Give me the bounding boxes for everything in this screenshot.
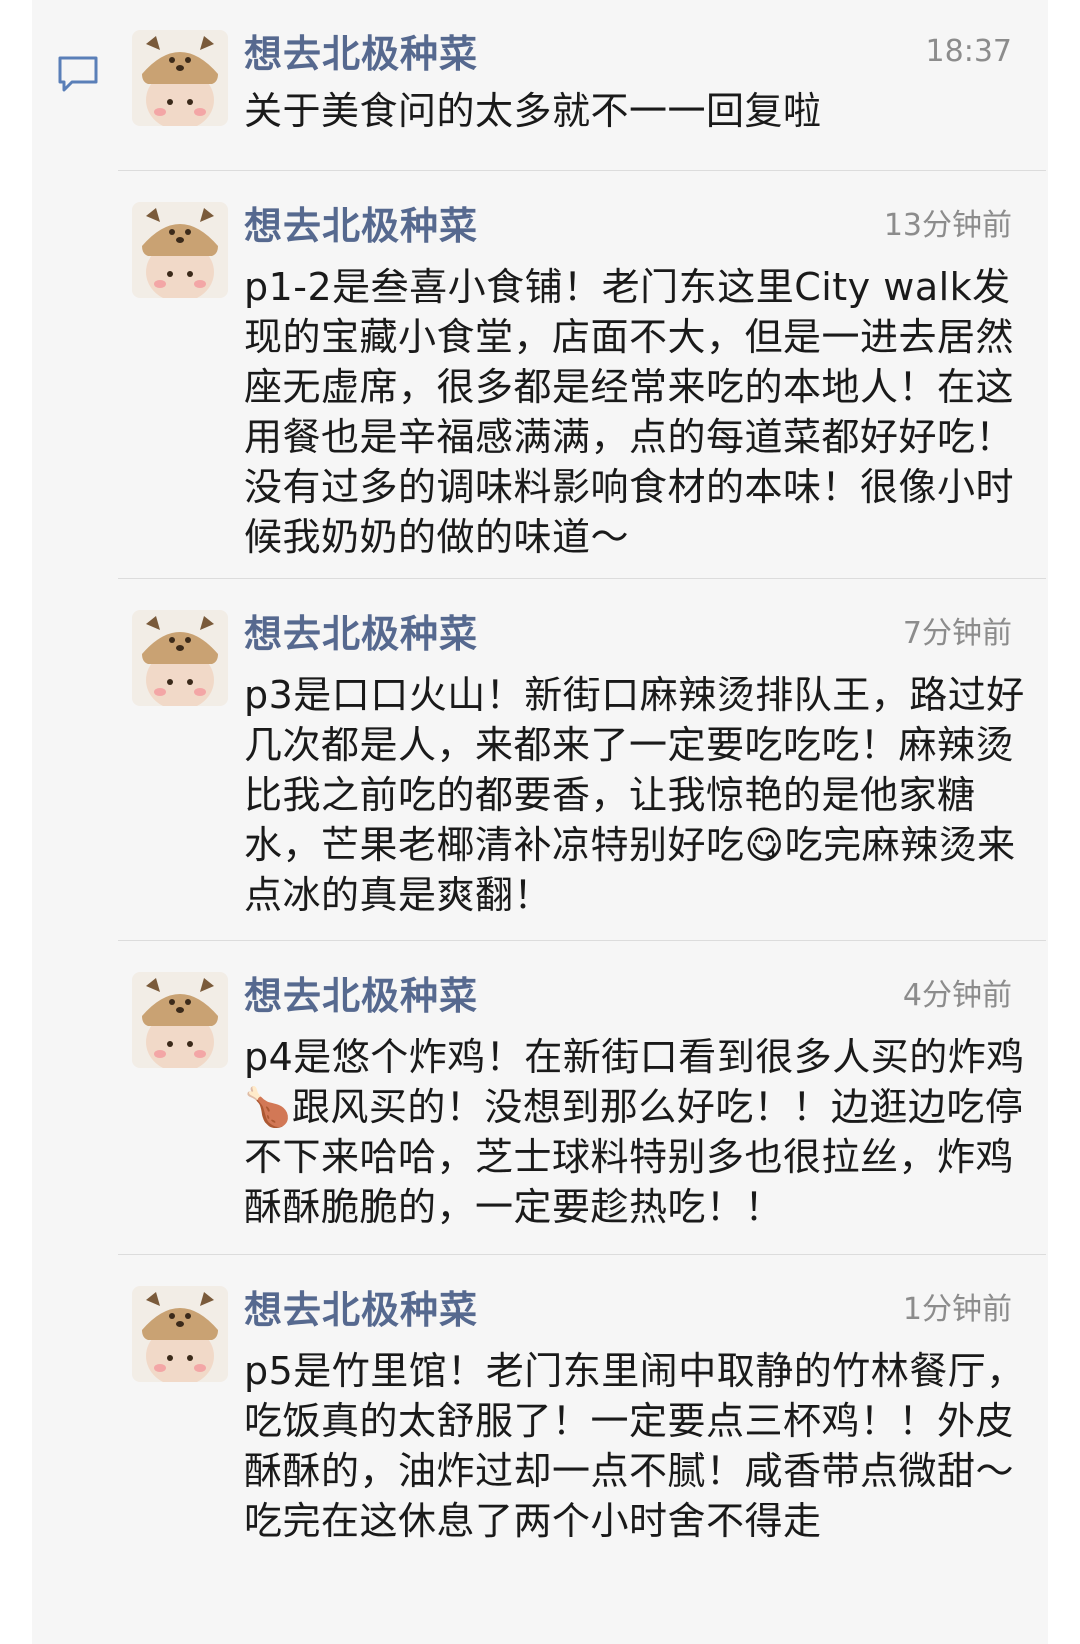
avatar[interactable] (132, 610, 228, 706)
comment-author[interactable]: 想去北极种菜 (244, 32, 478, 76)
avatar[interactable] (132, 1286, 228, 1382)
avatar[interactable] (132, 972, 228, 1068)
comment-text: p1-2是叁喜小食铺！老门东这里City walk发现的宝藏小食堂，店面不大，但… (244, 265, 1015, 559)
comment-author[interactable]: 想去北极种菜 (244, 612, 478, 656)
comment-time: 18:37 (925, 34, 1012, 69)
comment-author[interactable]: 想去北极种菜 (244, 204, 478, 248)
comment-time: 4分钟前 (902, 978, 1012, 1013)
comment-time: 7分钟前 (902, 616, 1012, 651)
divider (118, 170, 1046, 171)
comment-author[interactable]: 想去北极种菜 (244, 1288, 478, 1332)
comment-text: p5是竹里馆！老门东里闹中取静的竹林餐厅，吃饭真的太舒服了！一定要点三杯鸡！！外… (244, 1349, 1025, 1543)
avatar[interactable] (132, 202, 228, 298)
comment-text: p3是口口火山！新街口麻辣烫排队王，路过好几次都是人，来都来了一定要吃吃吃！麻辣… (244, 673, 1025, 917)
comment-bubble-icon[interactable] (56, 54, 100, 94)
divider (118, 1254, 1046, 1255)
divider (118, 578, 1046, 579)
comment-text: p4是悠个炸鸡！在新街口看到很多人买的炸鸡🍗跟风买的！没想到那么好吃！！边逛边吃… (244, 1035, 1025, 1229)
comment-text: 关于美食问的太多就不一一回复啦 (244, 89, 822, 133)
comment-time: 13分钟前 (883, 208, 1012, 243)
avatar[interactable] (132, 30, 228, 126)
comment-time: 1分钟前 (902, 1292, 1012, 1327)
comment-panel: 想去北极种菜 18:37 关于美食问的太多就不一一回复啦 想去北极种菜 13分钟… (32, 0, 1048, 1644)
comment-author[interactable]: 想去北极种菜 (244, 974, 478, 1018)
divider (118, 940, 1046, 941)
